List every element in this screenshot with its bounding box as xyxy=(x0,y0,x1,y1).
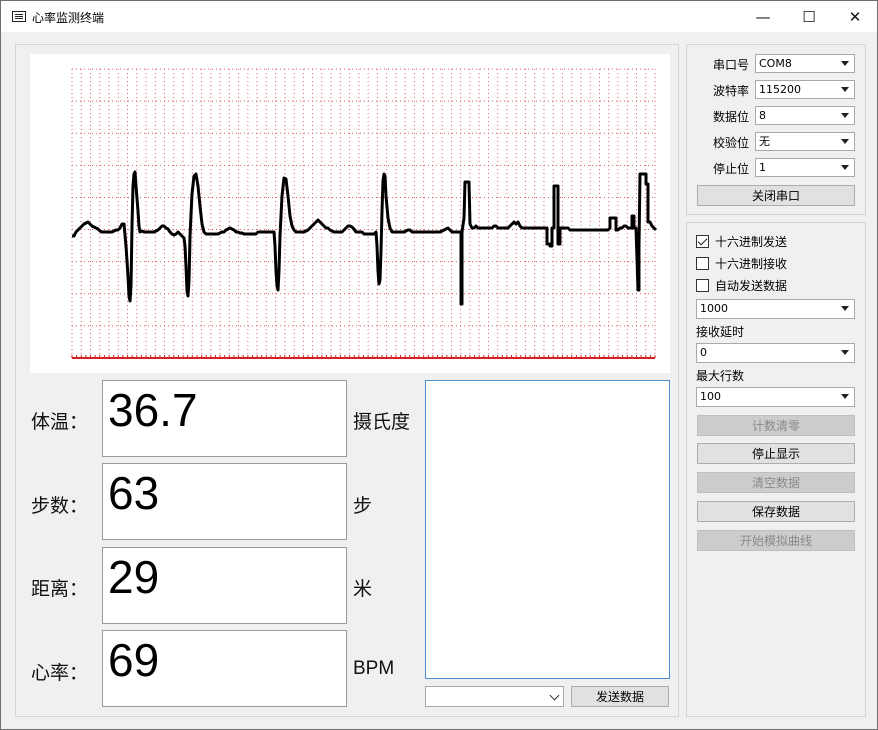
databits-label: 数据位 xyxy=(712,110,749,124)
distance-unit: 米 xyxy=(353,578,373,600)
interval-value: 1000 xyxy=(700,302,728,315)
hex-recv-option[interactable]: 十六进制接收 xyxy=(696,255,787,271)
ecg-trace xyxy=(72,170,658,306)
hex-send-label: 十六进制发送 xyxy=(715,234,788,249)
window-title: 心率监测终端 xyxy=(32,11,105,25)
steps-unit: 步 xyxy=(353,495,373,517)
hex-recv-checkbox[interactable] xyxy=(696,256,709,270)
max-lines-value: 100 xyxy=(700,390,721,403)
heart-rate-value: 69 xyxy=(108,634,160,686)
save-data-button[interactable]: 保存数据 xyxy=(697,501,855,522)
heart-rate-display: 69 xyxy=(102,630,347,707)
recv-delay-label: 接收延时 xyxy=(696,325,745,339)
stop-display-button[interactable]: 停止显示 xyxy=(697,443,855,464)
clear-data-button[interactable]: 清空数据 xyxy=(697,472,855,493)
hex-send-checkbox[interactable] xyxy=(696,234,709,248)
recv-delay-value: 0 xyxy=(700,346,707,359)
maximize-icon: ☐ xyxy=(802,7,816,26)
app-window: 心率监测终端 — ☐ ✕ 体温： 36.7 摄氏度 步数： 63 步 距离： 2… xyxy=(0,0,878,730)
options-panel xyxy=(686,222,866,717)
send-input-combo[interactable] xyxy=(425,686,564,707)
port-label: 串口号 xyxy=(712,58,749,72)
max-lines-select[interactable]: 100 xyxy=(696,387,855,407)
clear-count-button[interactable]: 计数清零 xyxy=(697,415,855,436)
parity-value: 无 xyxy=(759,135,770,148)
max-lines-label: 最大行数 xyxy=(696,369,745,383)
close-port-button[interactable]: 关闭串口 xyxy=(697,185,855,206)
send-data-button[interactable]: 发送数据 xyxy=(571,686,669,707)
distance-value: 29 xyxy=(108,551,160,603)
stopbits-select[interactable]: 1 xyxy=(755,158,855,177)
recv-delay-select[interactable]: 0 xyxy=(696,343,855,363)
parity-label: 校验位 xyxy=(712,136,749,150)
temperature-value: 36.7 xyxy=(108,384,198,436)
chevron-down-icon xyxy=(841,350,849,355)
chevron-down-icon xyxy=(841,306,849,311)
port-select[interactable]: COM8 xyxy=(755,54,855,73)
start-simulation-button[interactable]: 开始模拟曲线 xyxy=(697,530,855,551)
baud-label: 波特率 xyxy=(712,84,749,98)
distance-label: 距离： xyxy=(31,578,89,600)
distance-display: 29 xyxy=(102,547,347,624)
steps-label: 步数： xyxy=(31,495,89,517)
chevron-down-icon xyxy=(841,87,849,92)
port-value: COM8 xyxy=(759,57,792,70)
receive-log[interactable] xyxy=(425,380,670,679)
temperature-label: 体温： xyxy=(31,411,89,433)
ecg-grid xyxy=(71,68,656,359)
chevron-down-icon xyxy=(549,690,560,701)
minimize-icon: — xyxy=(755,7,771,26)
interval-select[interactable]: 1000 xyxy=(696,299,855,319)
maximize-button[interactable]: ☐ xyxy=(786,1,832,32)
auto-send-option[interactable]: 自动发送数据 xyxy=(696,277,787,293)
chevron-down-icon xyxy=(841,113,849,118)
chevron-down-icon xyxy=(841,165,849,170)
stopbits-value: 1 xyxy=(759,161,766,174)
ecg-plot xyxy=(30,54,670,373)
auto-send-checkbox[interactable] xyxy=(696,278,709,292)
heart-rate-label: 心率： xyxy=(31,662,89,684)
baud-select[interactable]: 115200 xyxy=(755,80,855,99)
ecg-chart xyxy=(71,68,658,359)
close-button[interactable]: ✕ xyxy=(832,1,878,32)
auto-send-label: 自动发送数据 xyxy=(715,278,788,293)
stopbits-label: 停止位 xyxy=(712,162,749,176)
chevron-down-icon xyxy=(841,139,849,144)
minimize-button[interactable]: — xyxy=(740,1,786,32)
databits-select[interactable]: 8 xyxy=(755,106,855,125)
hex-send-option[interactable]: 十六进制发送 xyxy=(696,233,787,249)
temperature-display: 36.7 xyxy=(102,380,347,457)
title-bar[interactable]: 心率监测终端 — ☐ ✕ xyxy=(1,1,877,32)
baud-value: 115200 xyxy=(759,83,801,96)
chevron-down-icon xyxy=(841,394,849,399)
parity-select[interactable]: 无 xyxy=(755,132,855,151)
hex-recv-label: 十六进制接收 xyxy=(715,256,788,271)
steps-display: 63 xyxy=(102,463,347,540)
steps-value: 63 xyxy=(108,467,160,519)
app-icon xyxy=(12,11,26,22)
heart-rate-unit: BPM xyxy=(353,658,395,679)
databits-value: 8 xyxy=(759,109,766,122)
temperature-unit: 摄氏度 xyxy=(353,411,411,433)
close-icon: ✕ xyxy=(848,7,862,26)
chevron-down-icon xyxy=(841,61,849,66)
